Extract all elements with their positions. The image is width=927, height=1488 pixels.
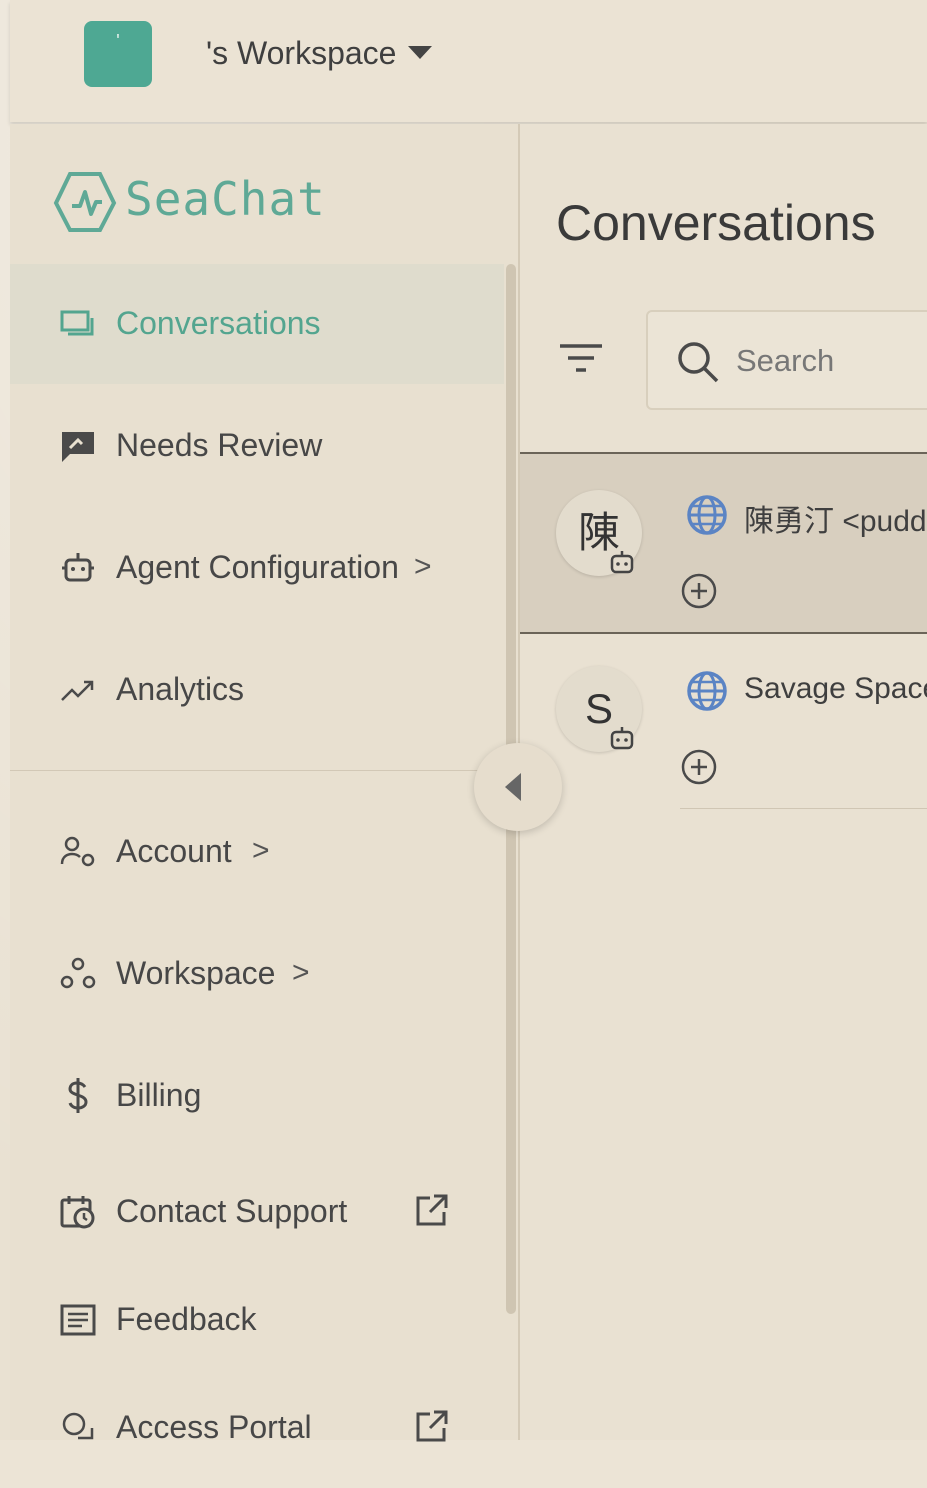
external-link-icon[interactable] (414, 1192, 450, 1228)
sidebar-item-access-portal[interactable]: Access Portal (10, 1368, 504, 1488)
sidebar-item-billing[interactable]: Billing (10, 1036, 504, 1156)
chat-icon (60, 310, 94, 336)
conversation-name: 陳勇汀 <pudd (744, 505, 927, 538)
chevron-right-icon: > (252, 834, 270, 867)
caret-down-icon[interactable] (408, 46, 432, 59)
seachat-logo[interactable]: SeaChat (50, 168, 350, 238)
sidebar-divider (10, 770, 504, 771)
search-input[interactable] (736, 336, 927, 386)
sidebar-item-label: Analytics (116, 671, 245, 707)
sidebar-item-label: Access Portal (116, 1409, 312, 1445)
calendar-clock-icon (60, 1196, 95, 1229)
filter-icon[interactable] (558, 340, 606, 380)
top-bar: ' 's Workspace (10, 0, 927, 122)
sidebar-item-feedback[interactable]: Feedback (10, 1260, 504, 1380)
portal-icon (62, 1412, 94, 1440)
sidebar-item-needs-review[interactable]: Needs Review (10, 386, 504, 506)
sidebar-item-agent-configuration[interactable]: Agent Configuration > (10, 508, 504, 628)
add-circle-icon[interactable] (680, 748, 718, 786)
workspace-avatar[interactable]: ' (84, 21, 152, 87)
bot-badge-icon (610, 727, 634, 750)
bot-badge-icon (610, 551, 634, 574)
sidebar-item-analytics[interactable]: Analytics (10, 630, 504, 750)
sidebar: SeaChat Conversations Needs Review Agent… (10, 124, 520, 1445)
sidebar-item-conversations[interactable]: Conversations (10, 264, 504, 384)
conversation-row[interactable]: S Savage Space (520, 630, 927, 809)
workspace-icon (60, 957, 96, 989)
chevron-right-icon: > (292, 956, 310, 989)
page-title: Conversations (556, 195, 876, 251)
row-divider (680, 808, 927, 809)
sidebar-item-label: Conversations (116, 305, 321, 341)
sidebar-item-label: Agent Configuration (116, 549, 399, 585)
account-settings-icon (60, 836, 95, 867)
conversation-name: Savage Space (744, 672, 927, 705)
sidebar-item-label: Workspace (116, 955, 276, 991)
sidebar-item-contact-support[interactable]: Contact Support (10, 1152, 504, 1272)
trend-icon (61, 680, 94, 701)
sidebar-item-label: Needs Review (116, 427, 323, 463)
sidebar-item-label: Account (116, 833, 232, 869)
seachat-logo-icon (53, 172, 117, 232)
globe-icon (687, 671, 727, 711)
sidebar-item-label: Feedback (116, 1301, 257, 1337)
external-link-icon[interactable] (414, 1408, 450, 1444)
sidebar-item-account[interactable]: Account > (10, 792, 504, 912)
conversations-panel: Conversations 陳 陳勇汀 <pudd (520, 124, 927, 1440)
workspace-switcher-label[interactable]: 's Workspace (206, 35, 396, 72)
feedback-icon (60, 1304, 96, 1336)
chevron-right-icon: > (414, 550, 432, 583)
sidebar-item-label: Contact Support (116, 1193, 348, 1229)
conversation-row[interactable]: 陳 陳勇汀 <pudd (520, 452, 927, 634)
dollar-icon (68, 1078, 88, 1113)
search-icon (678, 342, 719, 383)
search-box[interactable] (646, 310, 927, 410)
robot-icon (62, 553, 94, 582)
collapse-sidebar-button[interactable] (474, 743, 562, 831)
sidebar-item-workspace[interactable]: Workspace > (10, 914, 504, 1034)
brand-name: SeaChat (125, 172, 326, 226)
review-icon (62, 432, 94, 462)
add-circle-icon[interactable] (680, 572, 718, 610)
globe-icon (687, 495, 727, 535)
sidebar-item-label: Billing (116, 1077, 202, 1113)
